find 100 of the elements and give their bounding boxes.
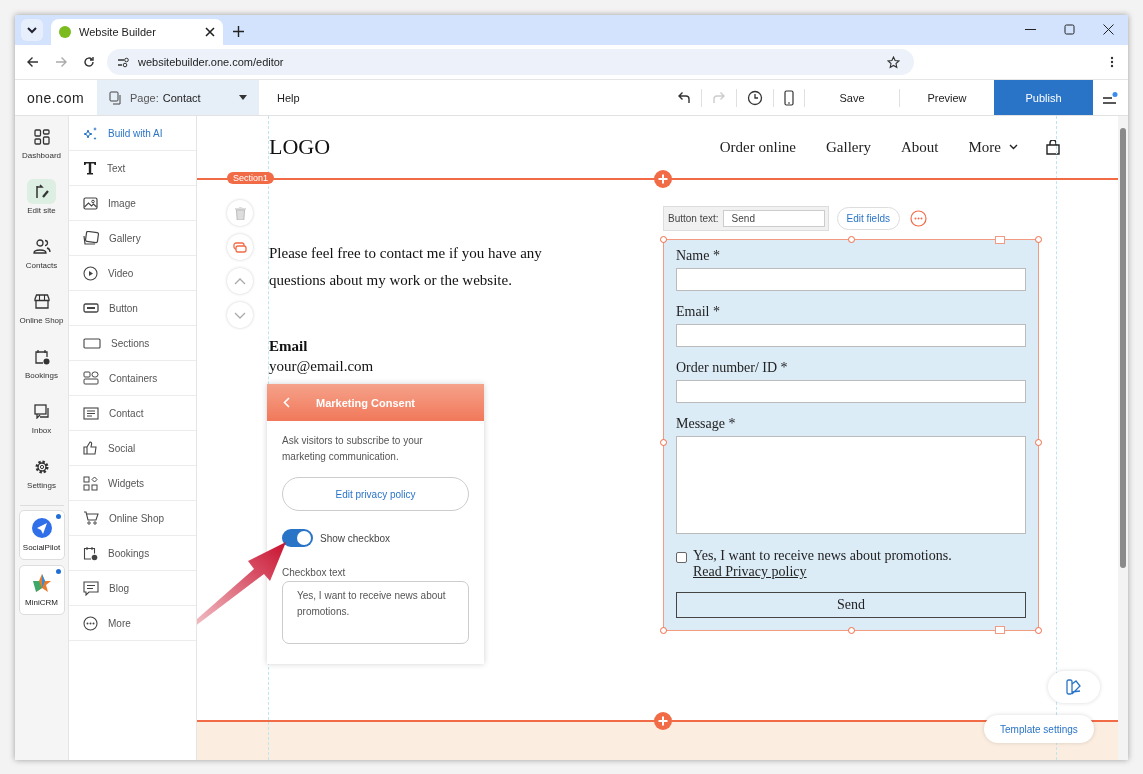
field-label: Order number/ ID * xyxy=(676,360,789,376)
design-button[interactable] xyxy=(1048,671,1100,703)
nav-item[interactable]: Inbox xyxy=(15,399,69,454)
nav-item[interactable]: Bookings xyxy=(15,344,69,399)
element-item[interactable]: Button xyxy=(69,291,196,326)
trash-icon xyxy=(234,206,246,220)
history-icon[interactable] xyxy=(747,89,763,106)
element-item[interactable]: Containers xyxy=(69,361,196,396)
element-item[interactable]: Text xyxy=(69,151,196,186)
resize-handle[interactable] xyxy=(1035,439,1042,446)
resize-handle[interactable] xyxy=(1035,627,1042,634)
containers-icon xyxy=(83,371,99,385)
swatch-icon xyxy=(1066,679,1082,695)
chevron-down-icon xyxy=(1009,144,1018,150)
back-icon[interactable] xyxy=(27,56,39,68)
site-settings-icon[interactable] xyxy=(117,56,130,68)
element-item[interactable]: Video xyxy=(69,256,196,291)
input-field[interactable] xyxy=(676,324,1026,347)
element-item[interactable]: More xyxy=(69,606,196,641)
element-item[interactable]: Blog xyxy=(69,571,196,606)
panel-title: Marketing Consent xyxy=(316,396,415,409)
more-menu[interactable]: More xyxy=(968,138,1018,156)
nav-item[interactable]: Settings xyxy=(15,454,69,509)
resize-handle[interactable] xyxy=(660,627,667,634)
privacy-policy-link[interactable]: Read Privacy policy xyxy=(693,564,807,579)
resize-handle[interactable] xyxy=(660,236,667,243)
resize-handle[interactable] xyxy=(660,439,667,446)
scrollbar-thumb[interactable] xyxy=(1120,128,1126,568)
field-label: Email * xyxy=(676,304,721,320)
forward-icon[interactable] xyxy=(55,56,67,68)
element-item[interactable]: Image xyxy=(69,186,196,221)
site-logo[interactable]: LOGO xyxy=(269,134,331,160)
page-dropdown[interactable]: Page: Contact xyxy=(97,80,259,115)
element-item[interactable]: Gallery xyxy=(69,221,196,256)
redo-icon[interactable] xyxy=(712,91,726,104)
help-link[interactable]: Help xyxy=(277,91,300,104)
app-card[interactable]: MiniCRM xyxy=(18,565,65,615)
edit-fields-button[interactable]: Edit fields xyxy=(836,207,900,230)
nav-link[interactable]: Gallery xyxy=(826,138,871,156)
send-button[interactable]: Send xyxy=(676,592,1026,618)
more-options-icon[interactable] xyxy=(909,210,927,227)
star-icon[interactable] xyxy=(887,55,900,69)
browser-tab[interactable]: Website Builder xyxy=(51,19,223,45)
mobile-icon[interactable] xyxy=(784,89,794,106)
delete-button[interactable] xyxy=(227,200,253,226)
element-item[interactable]: Widgets xyxy=(69,466,196,501)
toggle-switch[interactable] xyxy=(282,529,313,547)
new-tab-icon[interactable] xyxy=(233,26,244,37)
nav-link[interactable]: Order online xyxy=(719,138,796,156)
menu-icon[interactable] xyxy=(1110,56,1114,68)
consent-checkbox[interactable] xyxy=(676,552,687,563)
add-section-icon[interactable] xyxy=(654,170,672,188)
resize-handle[interactable] xyxy=(1035,236,1042,243)
close-icon[interactable] xyxy=(1103,24,1114,35)
tab-list-button[interactable] xyxy=(21,19,43,41)
element-item[interactable]: Sections xyxy=(69,326,196,361)
input-field[interactable] xyxy=(676,380,1026,403)
form-icon xyxy=(83,406,99,420)
button-text-label: Button text: xyxy=(668,213,719,224)
element-item[interactable]: Online Shop xyxy=(69,501,196,536)
nav-item[interactable]: Contacts xyxy=(15,234,69,289)
paper-plane-icon xyxy=(31,518,52,538)
collapse-handle[interactable] xyxy=(995,236,1005,244)
nav-item[interactable]: Edit site xyxy=(15,179,69,234)
collapse-handle[interactable] xyxy=(995,626,1005,634)
close-icon[interactable] xyxy=(205,27,215,37)
nav-item[interactable]: Dashboard xyxy=(15,124,69,179)
button-text-field[interactable]: Send xyxy=(722,210,825,227)
app-card[interactable]: SocialPilot xyxy=(18,510,65,560)
input-field[interactable] xyxy=(676,268,1026,291)
element-item[interactable]: Contact xyxy=(69,396,196,431)
template-settings-button[interactable]: Template settings xyxy=(984,715,1094,743)
sparkle-icon xyxy=(83,125,98,141)
publish-button[interactable]: Publish xyxy=(994,80,1093,115)
duplicate-button[interactable] xyxy=(227,234,253,260)
preview-button[interactable]: Preview xyxy=(900,80,994,115)
menu-icon[interactable] xyxy=(1103,91,1118,104)
bag-icon[interactable] xyxy=(1046,139,1060,155)
maximize-icon[interactable] xyxy=(1064,24,1075,35)
resize-handle[interactable] xyxy=(848,627,855,634)
resize-handle[interactable] xyxy=(848,236,855,243)
undo-icon[interactable] xyxy=(677,91,691,104)
nav-item[interactable]: Online Shop xyxy=(15,289,69,344)
image-icon xyxy=(83,196,98,210)
element-item[interactable]: Social xyxy=(69,431,196,466)
save-button[interactable]: Save xyxy=(805,80,899,115)
nav-link[interactable]: About xyxy=(901,138,939,156)
brand-logo[interactable]: one.com xyxy=(15,89,97,106)
intro-text: Please feel free to contact me if you have any questions about my work or the website. xyxy=(269,244,543,290)
message-field[interactable] xyxy=(676,436,1026,534)
reload-icon[interactable] xyxy=(83,56,95,68)
email-heading: Email xyxy=(269,338,309,355)
element-item[interactable]: Build with AI xyxy=(69,116,196,151)
edit-privacy-policy-button[interactable]: Edit privacy policy xyxy=(282,477,469,511)
caret-icon xyxy=(239,95,247,100)
address-bar[interactable]: websitebuilder.one.com/editor xyxy=(107,49,914,75)
checkbox-text-field[interactable]: Yes, I want to receive news about promotions. xyxy=(282,581,469,644)
panel-description: Ask visitors to subscribe to your marketing communication. xyxy=(282,434,424,464)
calendar-icon xyxy=(83,545,98,561)
element-item[interactable]: Bookings xyxy=(69,536,196,571)
